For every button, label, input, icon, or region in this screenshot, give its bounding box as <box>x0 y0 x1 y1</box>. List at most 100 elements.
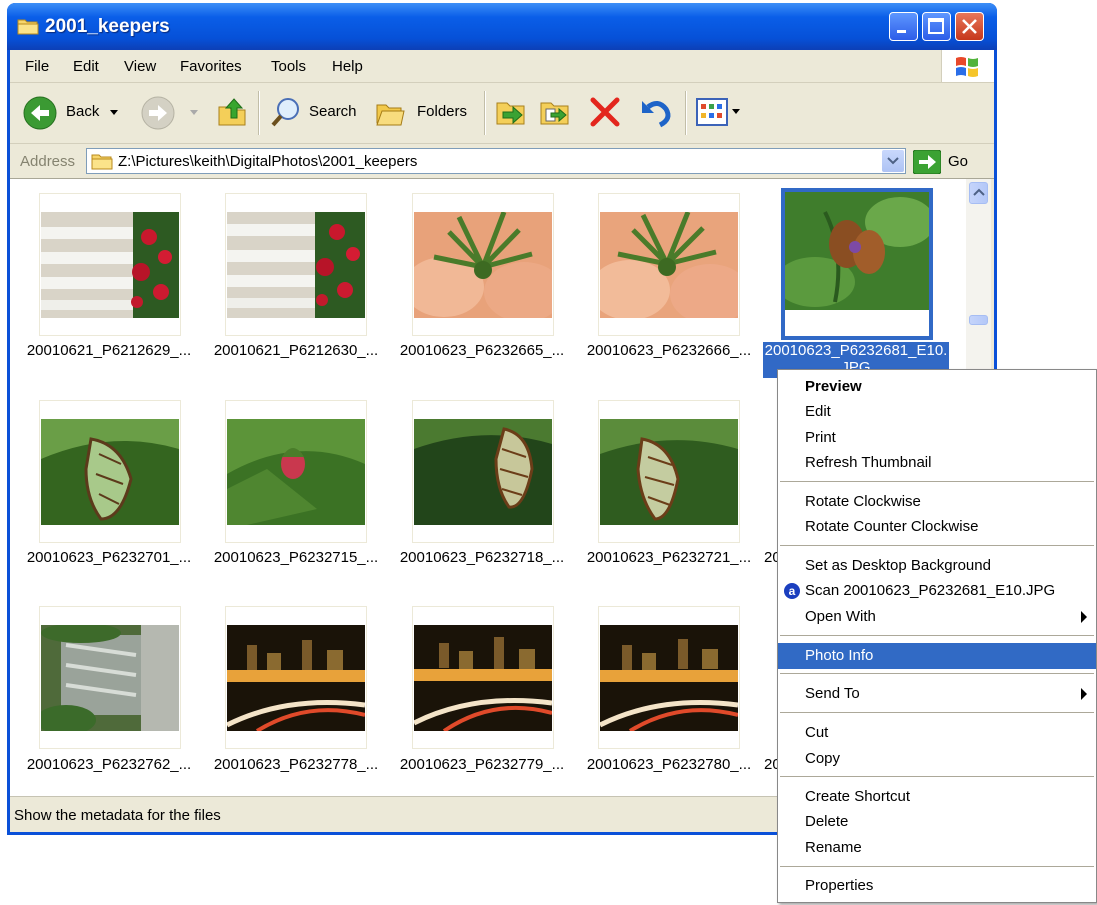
menu-favorites[interactable]: Favorites <box>180 58 242 75</box>
thumbnail-item[interactable] <box>39 193 181 336</box>
back-button[interactable]: Back <box>22 95 118 135</box>
search-icon <box>271 98 299 127</box>
delete-button[interactable] <box>588 95 622 133</box>
thumbnail-caption[interactable]: 20010621_P6212629_... <box>16 342 202 359</box>
menu-item-print[interactable]: Print <box>778 425 1096 451</box>
go-button-label[interactable]: Go <box>948 153 968 170</box>
menu-item-label: Rotate Clockwise <box>805 493 921 510</box>
menu-item-edit[interactable]: Edit <box>778 399 1096 425</box>
thumbnail-caption[interactable]: 20010623_P6232721_... <box>576 549 762 566</box>
maximize-button[interactable] <box>922 12 951 41</box>
title-bar[interactable]: 2001_keepers <box>7 3 997 50</box>
back-dropdown-icon[interactable] <box>110 110 118 116</box>
menu-item-label: Scan 20010623_P6232681_E10.JPG <box>805 582 1056 599</box>
thumbnail-item[interactable] <box>598 400 740 543</box>
thumbnail-caption[interactable]: 20010623_P6232666_... <box>576 342 762 359</box>
photo-green-butterfly <box>41 419 179 525</box>
menu-item-label: Set as Desktop Background <box>805 557 991 574</box>
menu-tools[interactable]: Tools <box>271 58 306 75</box>
thumbnail-item[interactable] <box>39 400 181 543</box>
address-path: Z:\Pictures\keith\DigitalPhotos\2001_kee… <box>118 153 418 170</box>
menu-item-photo-info[interactable]: Photo Info <box>778 643 1096 669</box>
thumbnail-item[interactable] <box>412 400 554 543</box>
thumbnail-caption[interactable]: 20010623_P6232779_... <box>389 756 575 773</box>
undo-button[interactable] <box>638 95 672 133</box>
folders-button[interactable]: Folders <box>374 95 467 135</box>
photo-peach-flower <box>414 212 552 318</box>
address-dropdown-button[interactable] <box>882 150 904 172</box>
thumbnail-item[interactable] <box>39 606 181 749</box>
forward-dropdown-icon[interactable] <box>190 110 198 116</box>
menu-item-label: Copy <box>805 750 841 767</box>
scroll-up-button[interactable] <box>969 182 988 204</box>
thumbnail-caption[interactable]: 20010623_P6232718_... <box>389 549 575 566</box>
folders-icon <box>376 104 405 126</box>
thumbnail-item[interactable] <box>598 606 740 749</box>
delete-x-icon <box>590 97 620 127</box>
thumbnail-item[interactable] <box>412 606 554 749</box>
menu-item-label: Edit <box>805 403 831 420</box>
up-folder-icon <box>218 98 246 126</box>
thumbnail-caption[interactable]: 20010623_P6232701_... <box>16 549 202 566</box>
menu-item-preview[interactable]: Preview <box>778 374 1096 400</box>
thumbnail-item[interactable] <box>225 606 367 749</box>
scroll-thumb[interactable] <box>969 315 988 325</box>
views-button[interactable] <box>696 97 742 133</box>
menu-item-label: Cut <box>805 724 829 741</box>
copy-to-button[interactable] <box>538 95 572 133</box>
toolbar-separator <box>685 91 687 135</box>
menu-item-delete[interactable]: Delete <box>778 809 1096 835</box>
forward-button[interactable] <box>140 95 198 135</box>
photo-green-butterfly <box>414 419 552 525</box>
menu-help[interactable]: Help <box>332 58 363 75</box>
thumbnail-item[interactable] <box>412 193 554 336</box>
photo-fence-flowers <box>41 212 179 318</box>
menu-item-rotate-clockwise[interactable]: Rotate Clockwise <box>778 489 1096 515</box>
search-button[interactable]: Search <box>268 95 357 135</box>
menu-item-rotate-counter-clockwise[interactable]: Rotate Counter Clockwise <box>778 514 1096 540</box>
undo-icon <box>642 101 671 128</box>
menu-file[interactable]: File <box>25 58 49 75</box>
status-text: Show the metadata for the files <box>14 807 221 824</box>
menu-edit[interactable]: Edit <box>73 58 99 75</box>
menu-item-scan[interactable]: a Scan 20010623_P6232681_E10.JPG <box>778 578 1096 604</box>
windows-logo <box>941 50 994 82</box>
menu-item-label: Refresh Thumbnail <box>805 454 932 471</box>
thumbnail-caption[interactable]: 20010623_P6232780_... <box>576 756 762 773</box>
thumbnail-caption[interactable]: 20010623_P6232715_... <box>203 549 389 566</box>
menu-item-cut[interactable]: Cut <box>778 720 1096 746</box>
thumbnail-caption[interactable]: 20010623_P6232665_... <box>389 342 575 359</box>
menu-item-rename[interactable]: Rename <box>778 835 1096 861</box>
menu-item-properties[interactable]: Properties <box>778 873 1096 899</box>
close-button[interactable] <box>955 12 984 41</box>
up-folder-button[interactable] <box>215 95 249 133</box>
thumbnail-item[interactable] <box>225 400 367 543</box>
minimize-button[interactable] <box>889 12 918 41</box>
menu-item-label: Rename <box>805 839 862 856</box>
go-arrow-icon[interactable] <box>913 150 941 174</box>
copy-to-icon <box>540 102 569 125</box>
menu-item-send-to[interactable]: Send To <box>778 681 1096 707</box>
menu-separator <box>780 712 1094 713</box>
chevron-down-icon <box>887 157 899 165</box>
thumbnail-caption[interactable]: 20010621_P6212630_... <box>203 342 389 359</box>
menu-item-label: Open With <box>805 608 876 625</box>
thumbnail-caption[interactable]: 20010623_P6232762_... <box>16 756 202 773</box>
menu-item-copy[interactable]: Copy <box>778 746 1096 772</box>
menu-item-set-desktop-background[interactable]: Set as Desktop Background <box>778 553 1096 579</box>
thumbnail-caption[interactable]: 20010623_P6232778_... <box>203 756 389 773</box>
thumbnail-item-selected[interactable] <box>781 188 933 340</box>
thumbnail-item[interactable] <box>598 193 740 336</box>
move-to-button[interactable] <box>494 95 528 133</box>
address-field[interactable]: Z:\Pictures\keith\DigitalPhotos\2001_kee… <box>86 148 906 174</box>
views-icon <box>696 98 740 126</box>
menu-item-refresh-thumbnail[interactable]: Refresh Thumbnail <box>778 450 1096 476</box>
menu-view[interactable]: View <box>124 58 156 75</box>
photo-peach-flower <box>600 212 738 318</box>
address-label: Address <box>20 153 76 170</box>
menu-separator <box>780 776 1094 777</box>
menu-item-open-with[interactable]: Open With <box>778 604 1096 630</box>
windows-flag-icon <box>956 57 978 77</box>
thumbnail-item[interactable] <box>225 193 367 336</box>
menu-item-create-shortcut[interactable]: Create Shortcut <box>778 784 1096 810</box>
